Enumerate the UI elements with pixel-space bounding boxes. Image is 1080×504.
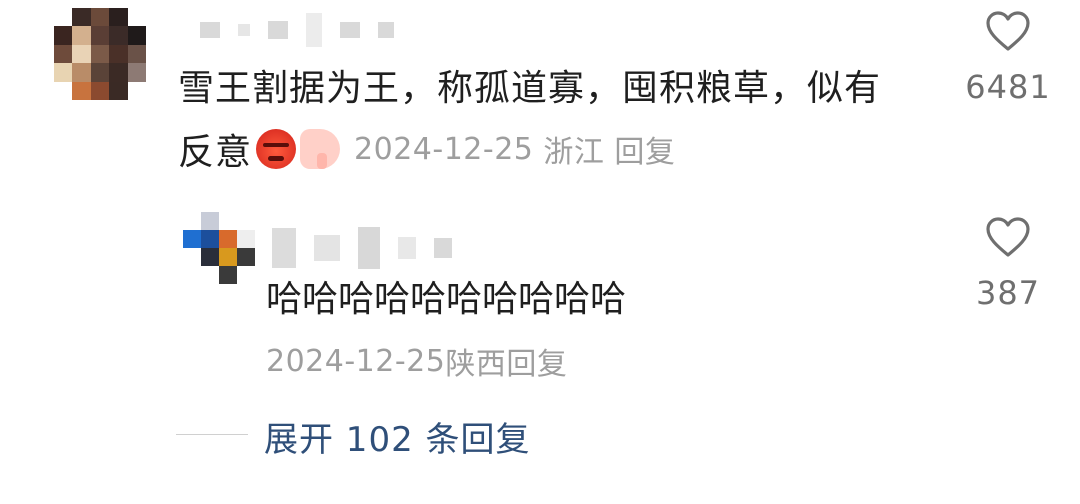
reply-like-count: 387 <box>975 274 1041 312</box>
avatar-pixel <box>72 26 91 45</box>
comment-thread: 雪王割据为王，称孤道寡，囤积粮草，似有 反意 2024-12-25 浙江 回复 … <box>0 0 1080 504</box>
reply-location: 陕西 <box>445 347 507 382</box>
avatar-pixel <box>109 8 128 27</box>
avatar-pixel <box>72 8 91 27</box>
avatar-pixel <box>237 212 255 230</box>
avatar-pixel <box>183 212 201 230</box>
avatar-pixel <box>201 212 219 230</box>
heart-icon <box>986 11 1030 51</box>
avatar-pixel <box>201 266 219 284</box>
username-blurred[interactable] <box>200 10 412 50</box>
like-button[interactable]: 6481 <box>964 10 1052 106</box>
avatar-pixel <box>237 248 255 266</box>
comment-text-tail: 反意 <box>178 132 253 173</box>
avatar-pixel <box>54 63 73 82</box>
avatar-pixel <box>109 81 128 100</box>
avatar-pixel <box>54 81 73 100</box>
avatar-pixel <box>183 266 201 284</box>
avatar-pixel <box>72 63 91 82</box>
comment-text-line-2: 反意 2024-12-25 浙江 回复 <box>178 120 675 178</box>
comment-date: 2024-12-25 <box>354 131 534 167</box>
avatar-pixel <box>219 266 237 284</box>
avatar-pixel <box>201 248 219 266</box>
avatar-pixel <box>72 44 91 64</box>
reply-date: 2024-12-25 <box>266 343 446 379</box>
avatar-pixel <box>54 26 73 45</box>
avatar[interactable] <box>54 8 146 100</box>
comment-text: 雪王割据为王，称孤道寡，囤积粮草，似有 <box>178 68 882 109</box>
avatar-pixel <box>219 248 237 266</box>
avatar-pixel <box>183 248 201 266</box>
reply-username-blurred[interactable] <box>272 226 470 270</box>
avatar-pixel <box>127 63 146 82</box>
avatar-pixel <box>109 44 128 64</box>
avatar-pixel <box>109 26 128 45</box>
expand-replies-link[interactable]: 展开 102 条回复 <box>264 412 531 461</box>
avatar-pixel <box>127 44 146 64</box>
avatar-pixel <box>90 81 110 100</box>
reply-text: 哈哈哈哈哈哈哈哈哈哈 <box>266 279 627 320</box>
reply-avatar[interactable] <box>183 212 255 284</box>
thumbs-down-emoji-icon <box>300 129 341 169</box>
avatar-pixel <box>127 26 146 45</box>
reply-reply-button[interactable]: 回复 <box>506 339 567 383</box>
avatar-pixel <box>54 8 73 27</box>
reply-button[interactable]: 回复 <box>614 127 675 171</box>
avatar-pixel <box>127 81 146 100</box>
avatar-pixel <box>109 63 128 82</box>
avatar-pixel <box>183 230 201 248</box>
avatar-pixel <box>219 230 237 248</box>
avatar-pixel <box>237 230 255 248</box>
angry-face-emoji-icon <box>256 129 297 169</box>
avatar-pixel <box>219 212 237 230</box>
avatar-pixel <box>90 8 110 27</box>
avatar-pixel <box>90 26 110 45</box>
avatar-pixel <box>90 44 110 64</box>
avatar-pixel <box>90 63 110 82</box>
heart-icon <box>986 217 1030 257</box>
avatar-pixel <box>127 8 146 27</box>
avatar-pixel <box>72 81 91 100</box>
reply-meta: 2024-12-25 陕西 回复 <box>266 338 567 384</box>
comment-location: 浙江 <box>543 135 605 170</box>
avatar-pixel <box>237 266 255 284</box>
avatar-pixel <box>54 44 73 64</box>
reply-like-button[interactable]: 387 <box>964 216 1052 312</box>
like-count: 6481 <box>965 68 1051 106</box>
expand-divider <box>176 434 248 435</box>
avatar-pixel <box>201 230 219 248</box>
